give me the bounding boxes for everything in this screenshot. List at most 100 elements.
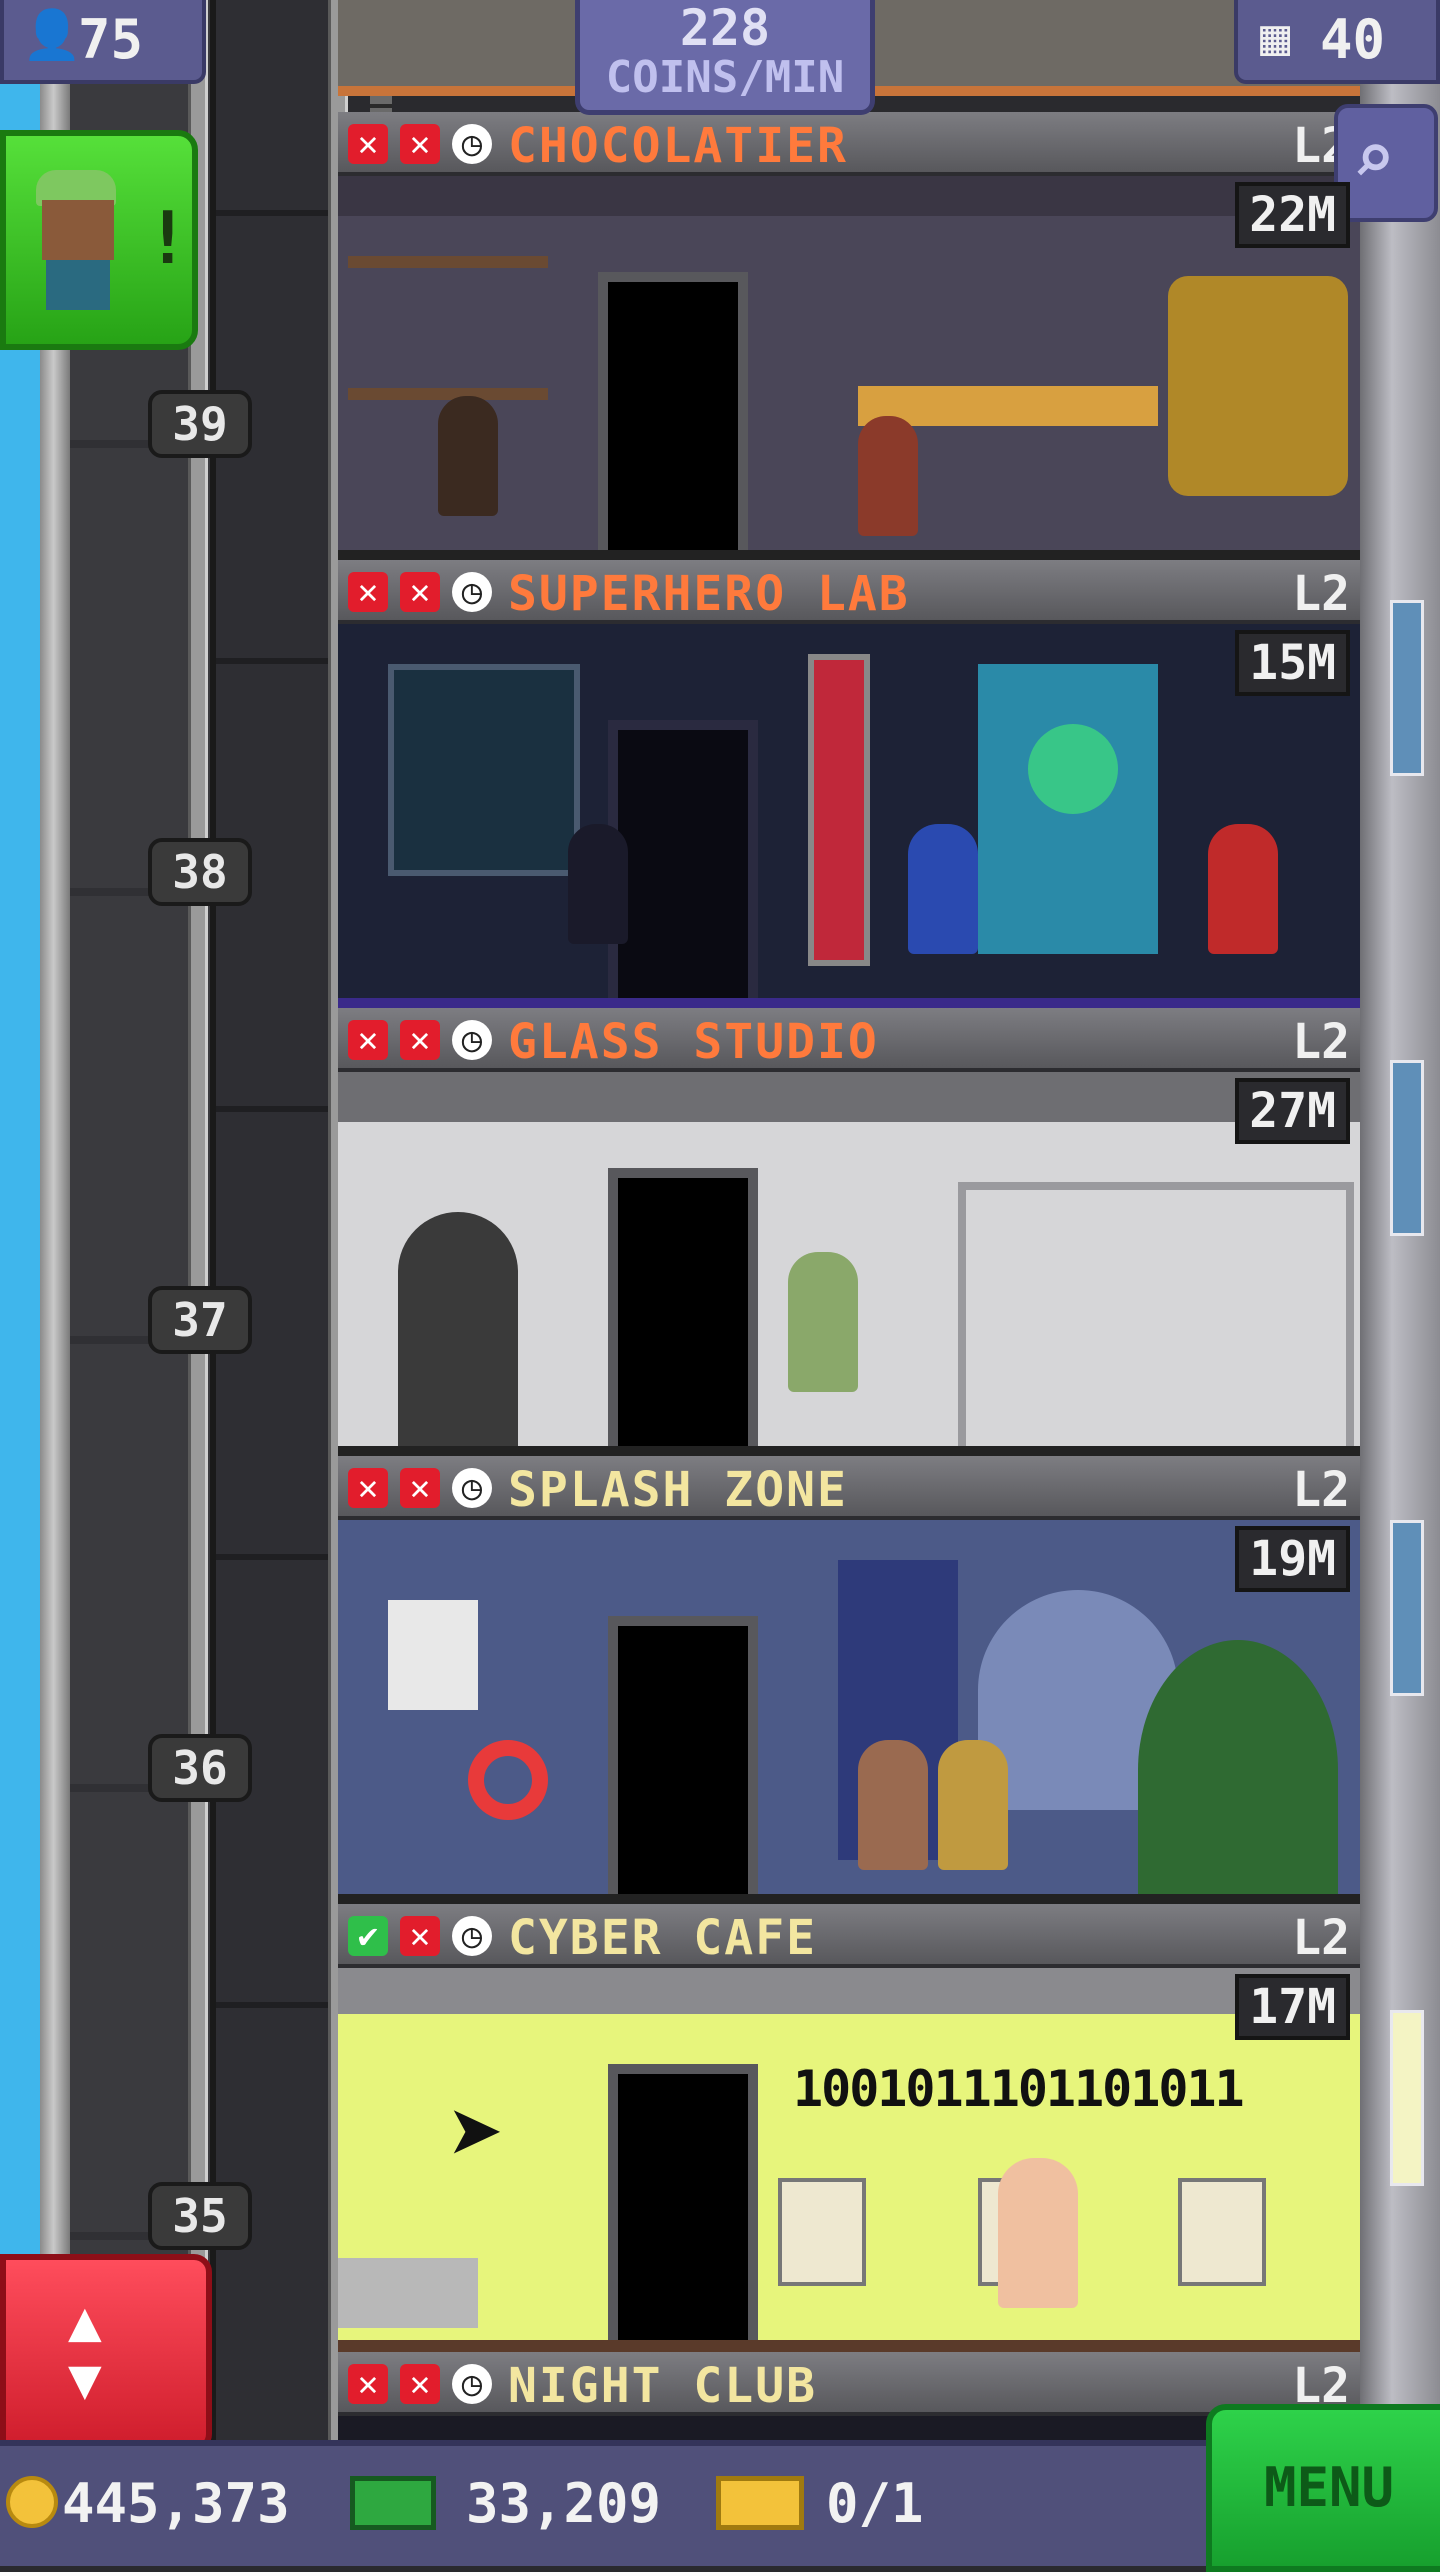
floor-counter[interactable]: ▦ 40 [1234, 0, 1440, 84]
status-x-icon: ✕ [400, 1020, 440, 1060]
ceiling [338, 1072, 1360, 1122]
bux-value: 33,209 [466, 2472, 662, 2535]
door [608, 1616, 758, 1904]
floor-glass-studio[interactable]: ✕ ✕ ◷ GLASS STUDIO L2 27M [338, 1008, 1360, 1456]
floor-header: ✕ ✕ ◷ CHOCOLATIER L2 [338, 112, 1360, 176]
visitor-notification-button[interactable]: ! [0, 130, 198, 350]
elevator-shaft[interactable] [70, 0, 392, 2440]
clock-icon: ◷ [452, 572, 492, 612]
bitizen [858, 1740, 928, 1870]
coins-per-minute-panel[interactable]: 228 COINS/MIN [575, 0, 875, 115]
floor-number-35: 35 [148, 2182, 252, 2250]
status-x-icon: ✕ [400, 1468, 440, 1508]
stock-badge: 22M [1235, 182, 1350, 248]
floor-room [338, 1072, 1360, 1456]
visitor-body [46, 260, 110, 310]
door [598, 272, 748, 560]
floor-number-39: 39 [148, 390, 252, 458]
elevator-button[interactable]: ▲ ▼ [0, 2254, 212, 2452]
alert-icon: ! [146, 196, 190, 280]
tower-pillar [40, 0, 70, 2560]
palm-tree [1138, 1640, 1338, 1900]
population-value: 75 [78, 8, 144, 71]
door [608, 1168, 758, 1456]
bitizen [938, 1740, 1008, 1870]
floor-base [338, 2340, 1360, 2352]
chocolate-vat [1168, 276, 1348, 496]
bitizen [908, 824, 978, 954]
elevator-rail-left [188, 0, 208, 2440]
floor-header: ✕ ✕ ◷ SUPERHERO LAB L2 [338, 560, 1360, 624]
floor-level: L2 [1292, 1910, 1350, 1966]
population-icon: 👤 [22, 7, 82, 63]
status-x-icon: ✕ [348, 572, 388, 612]
status-x-icon: ✕ [348, 2364, 388, 2404]
floor-name: CHOCOLATIER [508, 118, 848, 174]
clock-icon: ◷ [452, 124, 492, 164]
floor-base [338, 550, 1360, 560]
floor-room [338, 624, 1360, 1008]
floor-superhero-lab[interactable]: ✕ ✕ ◷ SUPERHERO LAB L2 15M [338, 560, 1360, 1008]
floor-base [338, 1446, 1360, 1456]
bitizen [568, 824, 628, 944]
window [1390, 1060, 1424, 1236]
floor-count-value: 40 [1320, 8, 1386, 71]
arrow-down-icon: ▼ [68, 2347, 102, 2412]
shelf [348, 256, 548, 400]
visitor-face [42, 200, 114, 260]
floor-name: SUPERHERO LAB [508, 566, 910, 622]
status-x-icon: ✕ [348, 1020, 388, 1060]
floor-number-36: 36 [148, 1734, 252, 1802]
floor-base [338, 998, 1360, 1008]
glass-shelf [958, 1182, 1354, 1456]
computer [778, 2178, 866, 2286]
bitizen [998, 2158, 1078, 2308]
window [1390, 600, 1424, 776]
status-x-icon: ✕ [400, 572, 440, 612]
notice-board [388, 1600, 478, 1710]
binary-wall-text: 1001011101101011 [793, 2060, 1245, 2118]
globe-hologram [1028, 724, 1118, 814]
floor-number-38: 38 [148, 838, 252, 906]
floor-header: ✕ ✕ ◷ GLASS STUDIO L2 [338, 1008, 1360, 1072]
floor-number-37: 37 [148, 1286, 252, 1354]
clock-icon: ◷ [452, 1020, 492, 1060]
floor-cyber-cafe[interactable]: ✔ ✕ ◷ CYBER CAFE L2 ➤ 1001011101101011 1… [338, 1904, 1360, 2352]
floor-room [338, 176, 1360, 560]
stock-badge: 27M [1235, 1078, 1350, 1144]
floor-room [338, 1520, 1360, 1904]
coins-per-minute-label: COINS/MIN [605, 52, 845, 103]
floor-header: ✕ ✕ ◷ NIGHT CLUB L2 [338, 2352, 1360, 2416]
clock-icon: ◷ [452, 2364, 492, 2404]
coin-icon [6, 2476, 58, 2528]
status-check-icon: ✔ [348, 1916, 388, 1956]
clock-icon: ◷ [452, 1916, 492, 1956]
status-x-icon: ✕ [348, 124, 388, 164]
menu-button[interactable]: MENU [1206, 2404, 1440, 2572]
population-counter[interactable]: 👤 75 [0, 0, 206, 84]
status-x-icon: ✕ [400, 124, 440, 164]
kiln [398, 1212, 518, 1452]
bux-icon [350, 2476, 436, 2530]
floor-level: L2 [1292, 566, 1350, 622]
coins-per-minute-value: 228 [679, 0, 771, 57]
bitizen [858, 416, 918, 536]
bitizen [438, 396, 498, 516]
computer [1178, 2178, 1266, 2286]
floor-header: ✔ ✕ ◷ CYBER CAFE L2 [338, 1904, 1360, 1968]
clock-icon: ◷ [452, 1468, 492, 1508]
floor-base [338, 1894, 1360, 1904]
status-x-icon: ✕ [348, 1468, 388, 1508]
cursor-icon: ➤ [448, 2078, 506, 2190]
arrow-up-icon: ▲ [68, 2289, 102, 2354]
floor-header: ✕ ✕ ◷ SPLASH ZONE L2 [338, 1456, 1360, 1520]
floor-chocolatier[interactable]: ✕ ✕ ◷ CHOCOLATIER L2 22M [338, 112, 1360, 560]
ticket-icon [716, 2476, 804, 2530]
stock-badge: 19M [1235, 1526, 1350, 1592]
status-x-icon: ✕ [400, 1916, 440, 1956]
floor-room: ➤ 1001011101101011 [338, 1968, 1360, 2352]
floor-splash-zone[interactable]: ✕ ✕ ◷ SPLASH ZONE L2 19M [338, 1456, 1360, 1904]
life-ring-icon [468, 1740, 548, 1820]
floor-name: NIGHT CLUB [508, 2358, 817, 2414]
tickets-value: 0/1 [826, 2472, 924, 2535]
